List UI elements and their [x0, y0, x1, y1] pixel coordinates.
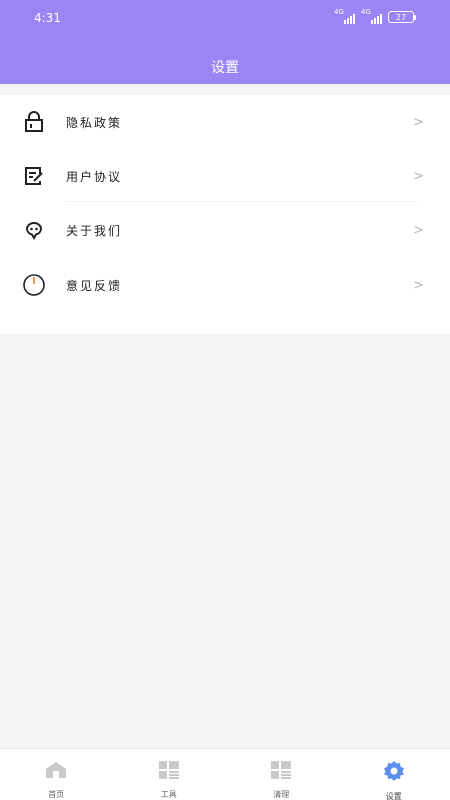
home-icon [45, 761, 67, 783]
tools-grid-icon [158, 761, 179, 783]
settings-menu: 隐私政策 > 用户协议 > 关于我们 > 意见反馈 > [0, 95, 450, 334]
settings-gear-icon [383, 761, 405, 785]
divider [66, 201, 418, 202]
chevron-right-icon: > [413, 222, 424, 238]
network-type-label: 4G [361, 8, 371, 16]
menu-item-feedback[interactable]: 意见反馈 > [0, 258, 450, 312]
signal-bars-icon [371, 14, 382, 24]
tab-clean[interactable]: 清理 [225, 749, 338, 800]
menu-item-privacy-policy[interactable]: 隐私政策 > [0, 95, 450, 149]
tab-settings[interactable]: 设置 [338, 749, 450, 800]
signal-indicator-1: 4G [334, 8, 355, 24]
tab-tools[interactable]: 工具 [113, 749, 226, 800]
status-time: 4:31 [34, 11, 61, 25]
menu-item-label: 关于我们 [66, 223, 123, 238]
tab-home[interactable]: 首页 [0, 749, 113, 800]
menu-item-user-agreement[interactable]: 用户协议 > [0, 149, 450, 203]
page-title: 设置 [211, 60, 239, 76]
chevron-right-icon: > [413, 277, 424, 293]
clean-grid-icon [271, 761, 292, 783]
network-type-label: 4G [334, 8, 344, 16]
battery-icon: 27 [388, 11, 416, 23]
menu-item-label: 隐私政策 [66, 115, 123, 130]
menu-item-about-us[interactable]: 关于我们 > [0, 203, 450, 257]
signal-bars-icon [344, 14, 355, 24]
app-header: 4:31 4G 4G 27 设置 [0, 0, 450, 84]
menu-item-label: 意见反馈 [66, 278, 123, 293]
battery-level: 27 [395, 12, 407, 22]
signal-indicator-2: 4G [361, 8, 382, 24]
bottom-tab-bar: 首页 工具 清理 设置 [0, 748, 450, 800]
power-icon [22, 273, 46, 297]
status-indicators: 4G 4G 27 [334, 8, 416, 25]
chat-bubble-icon [22, 218, 46, 242]
chevron-right-icon: > [413, 114, 424, 130]
chevron-right-icon: > [413, 168, 424, 184]
tab-label: 首页 [48, 790, 65, 799]
tab-label: 工具 [160, 790, 177, 799]
lock-icon [22, 110, 46, 134]
tab-label: 设置 [385, 792, 402, 800]
tab-label: 清理 [273, 790, 290, 799]
menu-item-label: 用户协议 [66, 169, 123, 184]
document-edit-icon [22, 164, 46, 188]
